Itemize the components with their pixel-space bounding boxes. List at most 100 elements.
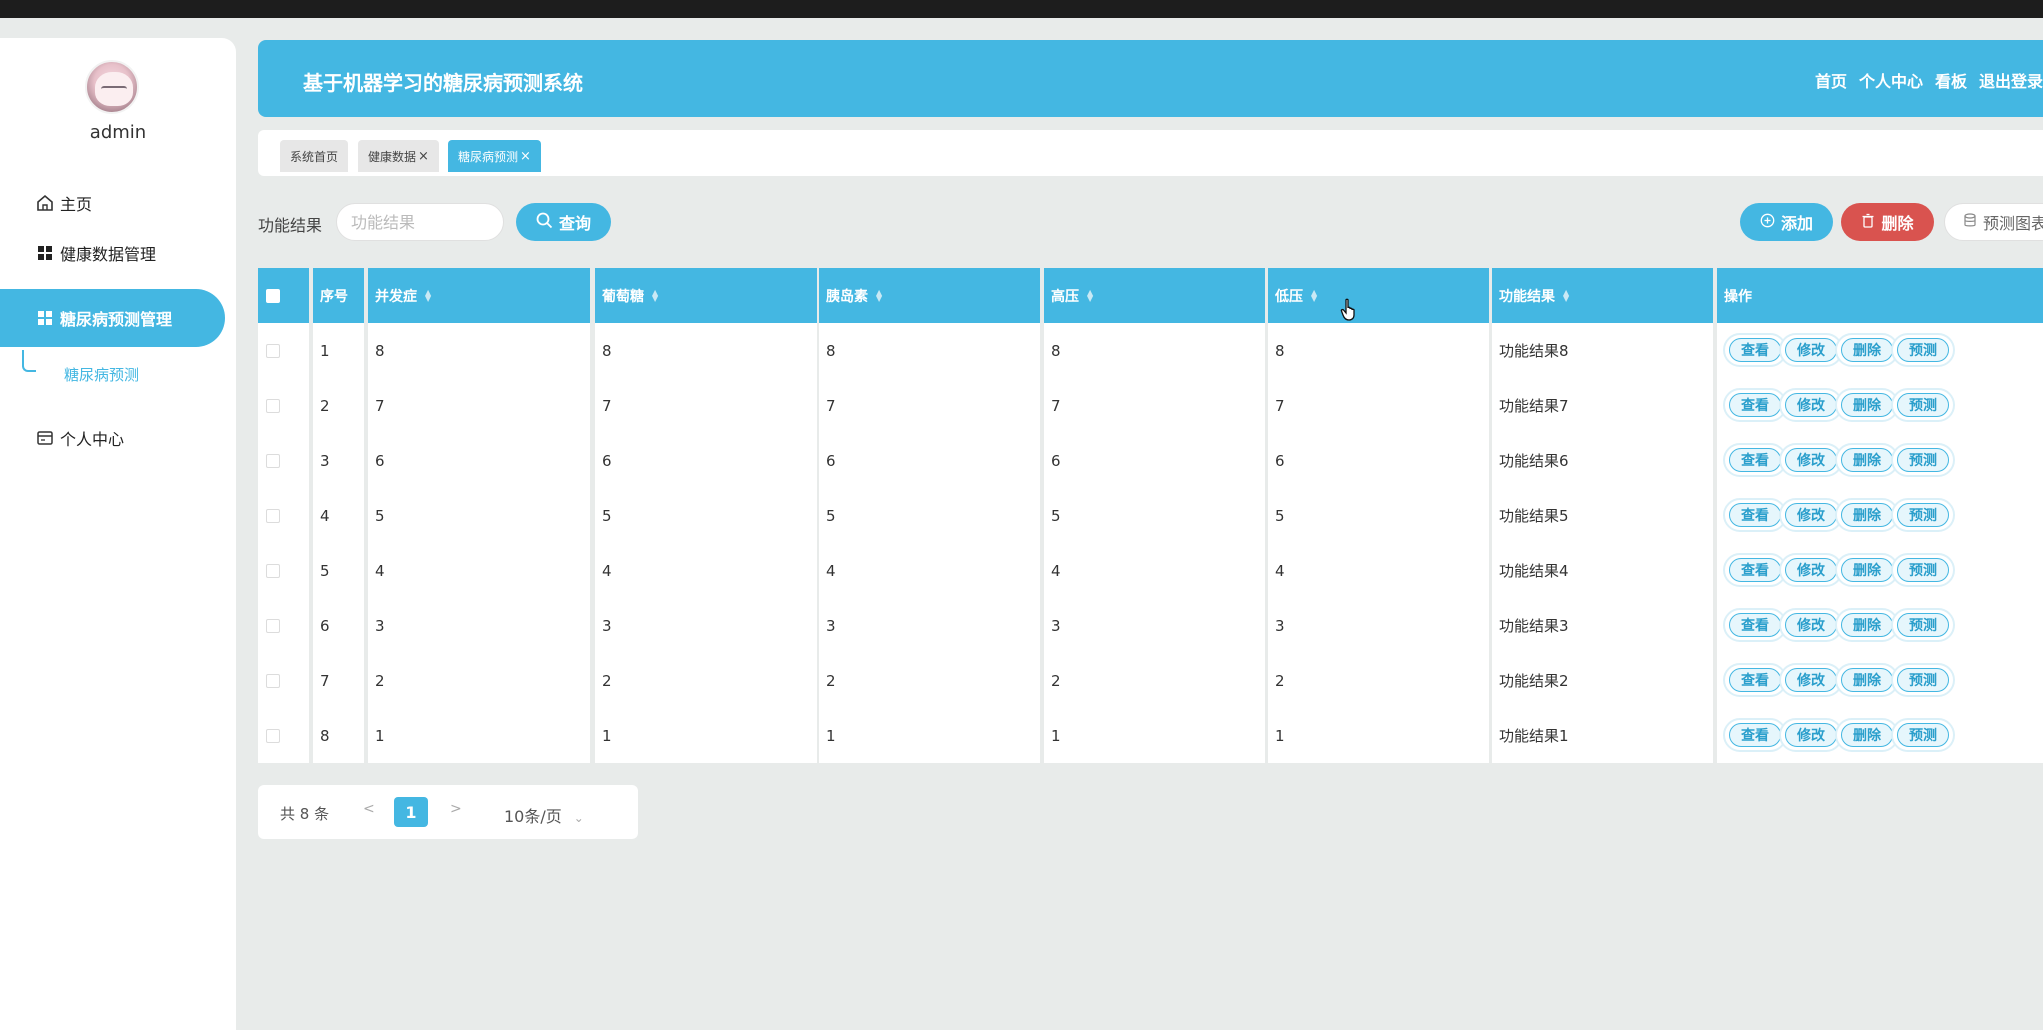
column-header-complication[interactable]: 并发症 ▲ ▼ bbox=[368, 268, 590, 323]
column-header-systolic[interactable]: 高压 ▲ ▼ bbox=[1044, 268, 1265, 323]
column-header-glucose[interactable]: 葡萄糖 ▲ ▼ bbox=[595, 268, 817, 323]
table-cell: 5 bbox=[595, 488, 817, 543]
row-delete-button[interactable]: 删除 bbox=[1835, 333, 1899, 367]
edit-button[interactable]: 修改 bbox=[1779, 718, 1843, 752]
page-number-current[interactable]: 1 bbox=[394, 797, 428, 827]
row-checkbox[interactable] bbox=[266, 343, 280, 358]
view-button[interactable]: 查看 bbox=[1723, 608, 1787, 642]
row-delete-button[interactable]: 删除 bbox=[1835, 388, 1899, 422]
row-actions-cell: 查看 修改 删除 预测 bbox=[1717, 653, 2043, 708]
query-button[interactable]: 查询 bbox=[516, 203, 611, 241]
search-input[interactable] bbox=[336, 203, 504, 241]
edit-button[interactable]: 修改 bbox=[1779, 388, 1843, 422]
predict-button[interactable]: 预测 bbox=[1891, 608, 1955, 642]
predict-button[interactable]: 预测 bbox=[1891, 663, 1955, 697]
tab-system-home[interactable]: 系统首页 bbox=[280, 140, 349, 172]
table-cell: 7 bbox=[1044, 378, 1265, 433]
row-checkbox[interactable] bbox=[266, 618, 280, 633]
header-select-all[interactable] bbox=[258, 268, 309, 323]
close-icon[interactable]: × bbox=[418, 149, 429, 164]
view-button[interactable]: 查看 bbox=[1723, 718, 1787, 752]
row-select-cell bbox=[258, 488, 309, 543]
sidebar-item-label: 糖尿病预测管理 bbox=[60, 310, 173, 329]
row-checkbox[interactable] bbox=[266, 508, 280, 523]
sort-icon[interactable]: ▲ ▼ bbox=[1563, 288, 1569, 302]
view-button[interactable]: 查看 bbox=[1723, 443, 1787, 477]
tab-health-data[interactable]: 健康数据 × bbox=[358, 140, 439, 172]
edit-button[interactable]: 修改 bbox=[1779, 498, 1843, 532]
row-checkbox[interactable] bbox=[266, 453, 280, 468]
grid-icon bbox=[36, 309, 54, 327]
sidebar-item-profile[interactable]: 个人中心 bbox=[36, 423, 124, 453]
edit-button[interactable]: 修改 bbox=[1779, 333, 1843, 367]
predict-button[interactable]: 预测 bbox=[1891, 333, 1955, 367]
row-checkbox[interactable] bbox=[266, 728, 280, 743]
sort-icon[interactable]: ▲ ▼ bbox=[876, 288, 882, 302]
sidebar-subitem-diabetes-prediction[interactable]: 糖尿病预测 bbox=[64, 364, 139, 385]
predict-button[interactable]: 预测 bbox=[1891, 718, 1955, 752]
row-delete-button-label: 删除 bbox=[1841, 613, 1893, 637]
delete-button[interactable]: 删除 bbox=[1841, 203, 1934, 241]
header-link-profile[interactable]: 个人中心 bbox=[1859, 68, 1923, 92]
view-button[interactable]: 查看 bbox=[1723, 333, 1787, 367]
header-link-home[interactable]: 首页 bbox=[1815, 68, 1847, 92]
edit-button-label: 修改 bbox=[1785, 613, 1837, 637]
row-delete-button[interactable]: 删除 bbox=[1835, 608, 1899, 642]
predict-button[interactable]: 预测 bbox=[1891, 388, 1955, 422]
sort-icon[interactable]: ▲ ▼ bbox=[652, 288, 658, 302]
sidebar-item-health-data[interactable]: 健康数据管理 bbox=[36, 238, 156, 268]
row-delete-button[interactable]: 删除 bbox=[1835, 718, 1899, 752]
edit-button-label: 修改 bbox=[1785, 723, 1837, 747]
row-delete-button[interactable]: 删除 bbox=[1835, 498, 1899, 532]
row-checkbox[interactable] bbox=[266, 398, 280, 413]
plus-circle-icon bbox=[1760, 213, 1775, 232]
sort-icon[interactable]: ▲ ▼ bbox=[1087, 288, 1093, 302]
tab-diabetes-prediction[interactable]: 糖尿病预测 × bbox=[448, 140, 541, 172]
edit-button[interactable]: 修改 bbox=[1779, 553, 1843, 587]
avatar[interactable] bbox=[85, 60, 139, 114]
close-icon[interactable]: × bbox=[520, 149, 531, 164]
edit-button[interactable]: 修改 bbox=[1779, 443, 1843, 477]
database-icon bbox=[1963, 212, 1977, 232]
row-select-cell bbox=[258, 543, 309, 598]
select-all-checkbox[interactable] bbox=[266, 288, 280, 303]
row-checkbox[interactable] bbox=[266, 563, 280, 578]
next-page-button[interactable]: > bbox=[450, 801, 462, 817]
row-select-cell bbox=[258, 598, 309, 653]
delete-button-label: 删除 bbox=[1881, 214, 1914, 233]
sidebar-item-home[interactable]: 主页 bbox=[36, 188, 92, 218]
page-size-select[interactable]: 10条/页 ⌄ bbox=[504, 803, 584, 827]
prediction-chart-button[interactable]: 预测图表 bbox=[1944, 203, 2043, 241]
prev-page-button[interactable]: < bbox=[363, 801, 375, 817]
edit-button[interactable]: 修改 bbox=[1779, 663, 1843, 697]
row-delete-button[interactable]: 删除 bbox=[1835, 663, 1899, 697]
predict-button[interactable]: 预测 bbox=[1891, 553, 1955, 587]
row-delete-button[interactable]: 删除 bbox=[1835, 553, 1899, 587]
predict-button[interactable]: 预测 bbox=[1891, 443, 1955, 477]
table-cell: 5 bbox=[1268, 488, 1489, 543]
table-cell: 6 bbox=[313, 598, 364, 653]
view-button-label: 查看 bbox=[1729, 338, 1781, 362]
row-delete-button[interactable]: 删除 bbox=[1835, 443, 1899, 477]
edit-button[interactable]: 修改 bbox=[1779, 608, 1843, 642]
table-cell: 2 bbox=[1268, 653, 1489, 708]
sort-icon[interactable]: ▲ ▼ bbox=[1311, 288, 1317, 302]
row-checkbox[interactable] bbox=[266, 673, 280, 688]
column-header-insulin[interactable]: 胰岛素 ▲ ▼ bbox=[819, 268, 1040, 323]
predict-button[interactable]: 预测 bbox=[1891, 498, 1955, 532]
header-link-dashboard[interactable]: 看板 bbox=[1935, 68, 1967, 92]
view-button[interactable]: 查看 bbox=[1723, 388, 1787, 422]
add-button[interactable]: 添加 bbox=[1740, 203, 1833, 241]
table-cell: 功能结果2 bbox=[1492, 653, 1713, 708]
sort-icon[interactable]: ▲ ▼ bbox=[425, 288, 431, 302]
table-cell: 4 bbox=[1268, 543, 1489, 598]
column-header-diastolic[interactable]: 低压 ▲ ▼ bbox=[1268, 268, 1489, 323]
column-header-result[interactable]: 功能结果 ▲ ▼ bbox=[1492, 268, 1713, 323]
table-cell: 2 bbox=[595, 653, 817, 708]
view-button[interactable]: 查看 bbox=[1723, 498, 1787, 532]
header-link-logout[interactable]: 退出登录 bbox=[1979, 68, 2043, 92]
view-button[interactable]: 查看 bbox=[1723, 553, 1787, 587]
view-button[interactable]: 查看 bbox=[1723, 663, 1787, 697]
sidebar-item-diabetes-prediction[interactable]: 糖尿病预测管理 bbox=[0, 289, 225, 347]
view-button-label: 查看 bbox=[1729, 668, 1781, 692]
